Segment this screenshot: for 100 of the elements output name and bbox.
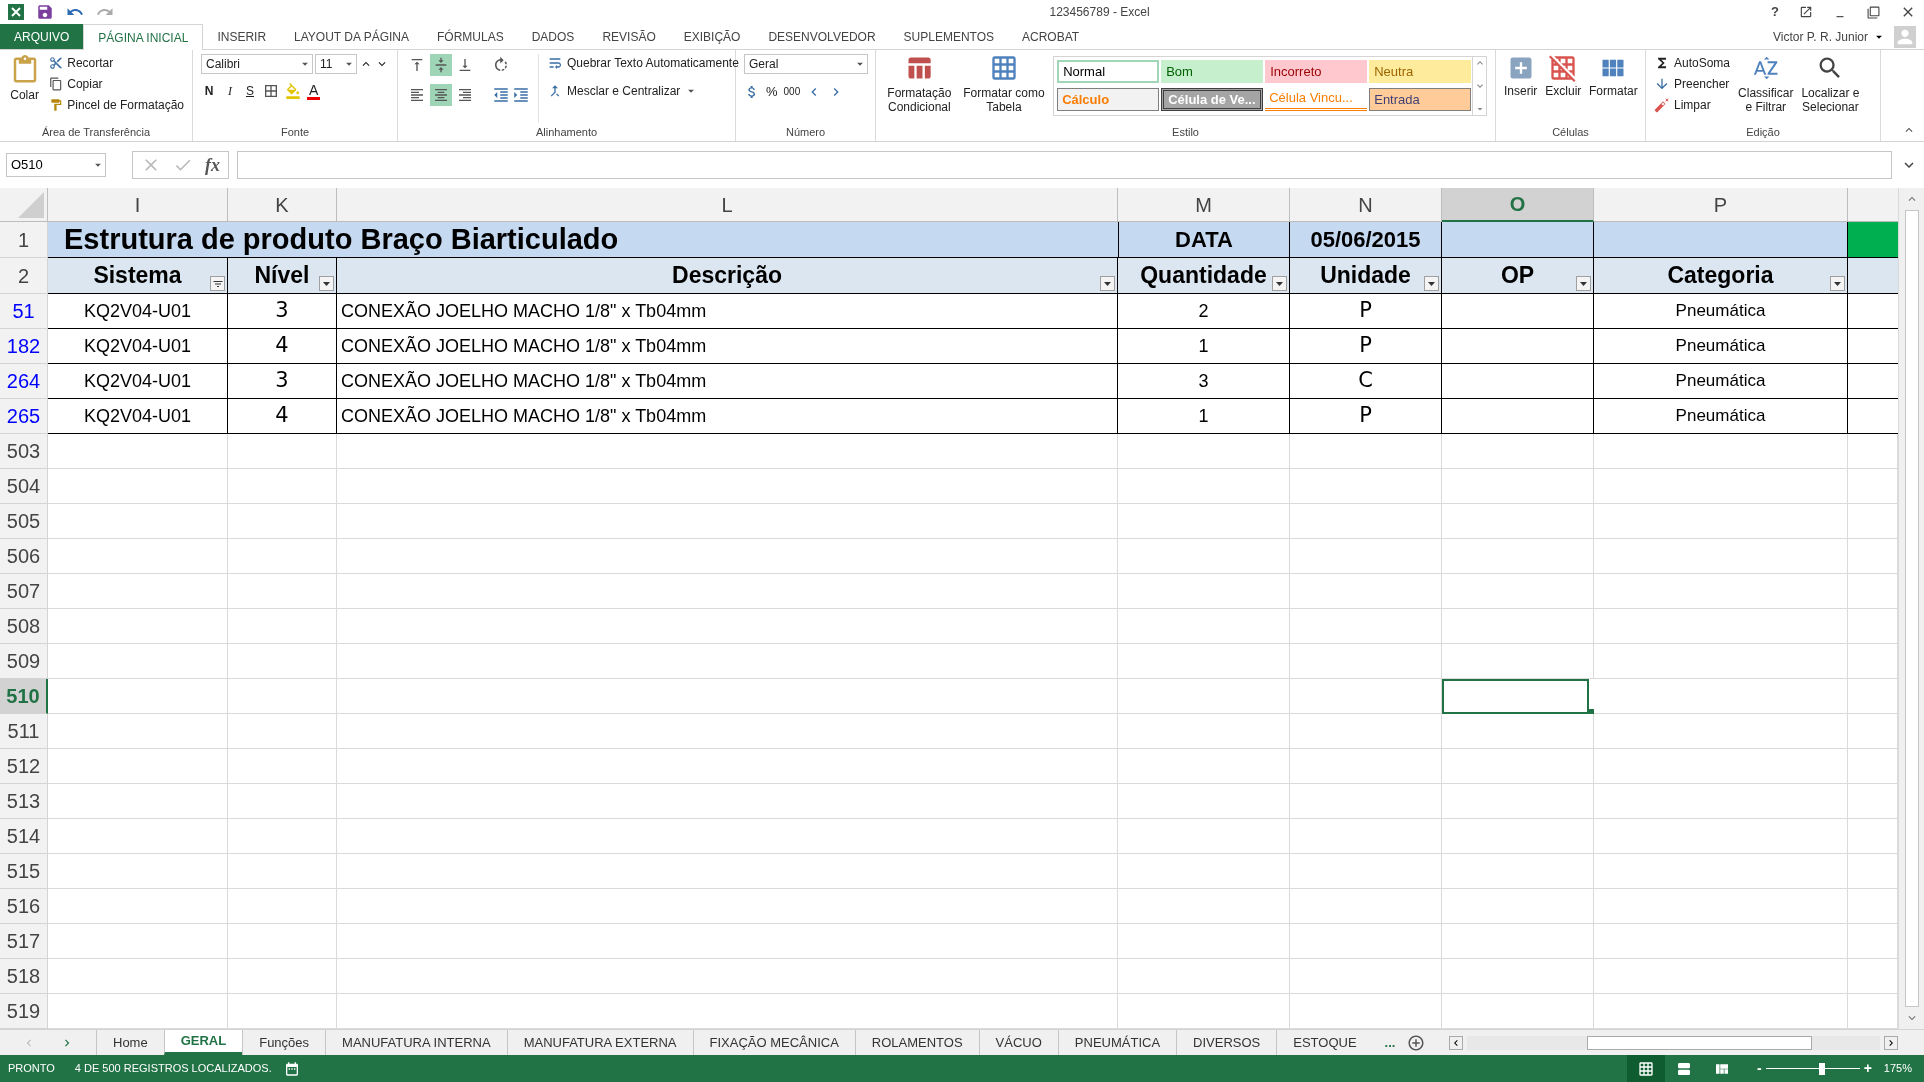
- row-header[interactable]: 515: [0, 854, 48, 889]
- grid-cell[interactable]: [337, 644, 1118, 679]
- grid-cell[interactable]: [1290, 889, 1442, 924]
- grid-cell[interactable]: [1290, 644, 1442, 679]
- grid-cell[interactable]: [1594, 504, 1848, 539]
- grid-cell[interactable]: [1594, 749, 1848, 784]
- grid-cell[interactable]: [1290, 749, 1442, 784]
- row-header[interactable]: 506: [0, 539, 48, 574]
- grid-cell[interactable]: [1442, 889, 1594, 924]
- grid-cell[interactable]: [1118, 504, 1290, 539]
- grid-cell[interactable]: [1442, 539, 1594, 574]
- row-header[interactable]: 51: [0, 294, 48, 329]
- grid-cell[interactable]: [337, 889, 1118, 924]
- grid-cell[interactable]: [1290, 854, 1442, 889]
- grid-cell[interactable]: [1290, 504, 1442, 539]
- grid-cell[interactable]: [1118, 469, 1290, 504]
- scroll-left-icon[interactable]: [1449, 1035, 1464, 1050]
- grid-cell[interactable]: [48, 959, 228, 994]
- grid-cell[interactable]: [1118, 714, 1290, 749]
- grid-cell[interactable]: [1594, 959, 1848, 994]
- merge-center-button[interactable]: Mesclar e Centralizar: [547, 82, 739, 100]
- conditional-formatting-button[interactable]: Formatação Condicional: [884, 54, 955, 123]
- font-name-field[interactable]: Calibri: [201, 54, 313, 74]
- grid-cell[interactable]: [228, 854, 337, 889]
- grid-cell[interactable]: [337, 749, 1118, 784]
- find-select-button[interactable]: Localizar e Selecionar: [1801, 54, 1860, 123]
- fill-bucket-icon[interactable]: [285, 83, 301, 99]
- grid-cell[interactable]: [1118, 854, 1290, 889]
- column-header[interactable]: [1848, 188, 1898, 222]
- macro-record-icon[interactable]: [283, 1060, 300, 1077]
- sheet-tab[interactable]: GERAL: [163, 1030, 243, 1055]
- grid-cell[interactable]: [48, 924, 228, 959]
- grid-cell[interactable]: [337, 679, 1118, 714]
- grid-cell[interactable]: [337, 539, 1118, 574]
- grid-cell[interactable]: [228, 679, 337, 714]
- grid-cell[interactable]: [1290, 539, 1442, 574]
- delete-cells-button[interactable]: Excluir: [1545, 54, 1582, 123]
- paste-button[interactable]: Colar: [8, 54, 42, 123]
- ribbon-options-icon[interactable]: [1799, 5, 1813, 19]
- restore-icon[interactable]: [1867, 5, 1880, 19]
- grid-cell[interactable]: [1290, 959, 1442, 994]
- grid-cell[interactable]: [1290, 784, 1442, 819]
- grid-cell[interactable]: [1594, 609, 1848, 644]
- clear-button[interactable]: Limpar: [1654, 96, 1731, 114]
- grid-cell[interactable]: [1442, 469, 1594, 504]
- zoom-in-button[interactable]: +: [1863, 1058, 1872, 1079]
- bold-button[interactable]: N: [201, 82, 217, 100]
- grid-cell[interactable]: [337, 469, 1118, 504]
- grid-cell[interactable]: [1442, 609, 1594, 644]
- grid-cell[interactable]: [1594, 819, 1848, 854]
- grid-cell[interactable]: [337, 924, 1118, 959]
- grid-cell[interactable]: [1442, 714, 1594, 749]
- grid-cell[interactable]: [228, 504, 337, 539]
- grid-cell[interactable]: [1594, 679, 1848, 714]
- vertical-scrollbar-thumb[interactable]: [1904, 210, 1919, 1007]
- cell-style-option[interactable]: Bom: [1161, 60, 1264, 83]
- cell-style-option[interactable]: Incorreto: [1265, 60, 1368, 83]
- ribbon-tab[interactable]: INSERIR: [203, 24, 281, 49]
- user-avatar-icon[interactable]: [1894, 25, 1916, 48]
- grid-cell[interactable]: [1442, 574, 1594, 609]
- row-header[interactable]: 510: [0, 679, 48, 714]
- save-icon[interactable]: [36, 3, 54, 21]
- zoom-slider[interactable]: [1765, 1061, 1860, 1076]
- grid-cell[interactable]: [228, 819, 337, 854]
- spreadsheet-app-icon[interactable]: [8, 4, 24, 20]
- cell-style-option[interactable]: Neutra: [1369, 60, 1472, 83]
- ribbon-tab[interactable]: LAYOUT DA PÁGINA: [280, 24, 423, 49]
- grid-cell[interactable]: [48, 714, 228, 749]
- help-button[interactable]: ?: [1771, 2, 1779, 22]
- ribbon-tab[interactable]: EXIBIÇÃO: [669, 24, 755, 49]
- grid-cell[interactable]: [228, 749, 337, 784]
- grid-cell[interactable]: [1118, 749, 1290, 784]
- ribbon-tab[interactable]: REVISÃO: [588, 24, 670, 49]
- fill-handle[interactable]: [1589, 709, 1594, 714]
- grid-cell[interactable]: [1442, 924, 1594, 959]
- ribbon-tab[interactable]: FÓRMULAS: [423, 24, 518, 49]
- grid-cell[interactable]: [48, 434, 228, 469]
- grid-cell[interactable]: [1118, 959, 1290, 994]
- decrease-indent-icon[interactable]: [492, 86, 510, 104]
- row-header[interactable]: 2: [0, 258, 48, 294]
- underline-button[interactable]: S: [243, 82, 257, 100]
- percent-button[interactable]: %: [766, 82, 778, 102]
- grid-cell[interactable]: [48, 784, 228, 819]
- orientation-icon[interactable]: [492, 56, 510, 74]
- grid-cell[interactable]: [1442, 959, 1594, 994]
- increase-indent-icon[interactable]: [512, 86, 530, 104]
- horizontal-scrollbar-track[interactable]: [1467, 1035, 1880, 1050]
- filter-dropdown-button[interactable]: [1830, 276, 1845, 291]
- grid-cell[interactable]: [1290, 714, 1442, 749]
- row-header[interactable]: 513: [0, 784, 48, 819]
- grid-cell[interactable]: [1290, 609, 1442, 644]
- column-header[interactable]: I: [48, 188, 228, 222]
- row-header[interactable]: 517: [0, 924, 48, 959]
- grid-cell[interactable]: [1290, 924, 1442, 959]
- autosum-button[interactable]: AutoSoma: [1654, 54, 1731, 72]
- cut-button[interactable]: Recortar: [49, 54, 184, 72]
- zoom-out-button[interactable]: -: [1757, 1058, 1762, 1079]
- grid-cell[interactable]: [337, 434, 1118, 469]
- horizontal-align-button[interactable]: [430, 84, 452, 106]
- grid-cell[interactable]: [1594, 924, 1848, 959]
